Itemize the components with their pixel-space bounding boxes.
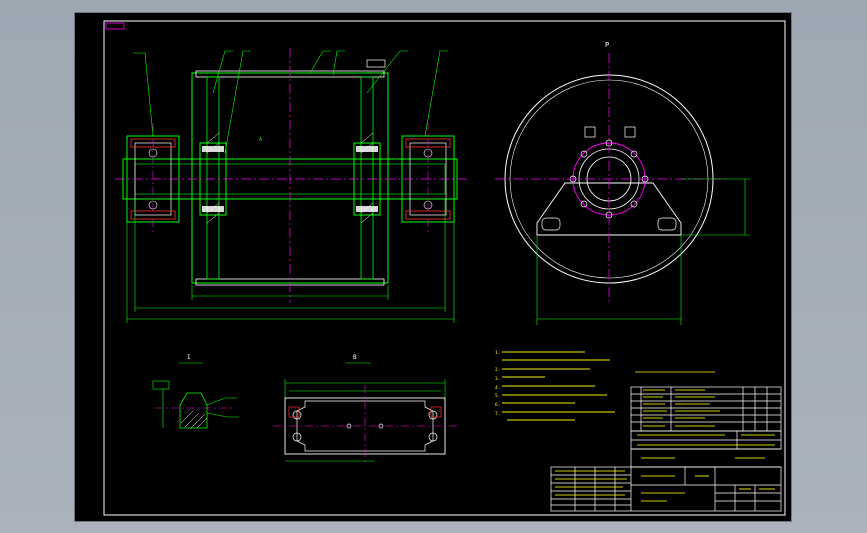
section-a-label: A bbox=[259, 137, 262, 143]
technical-requirements: 1. 2. 3. 4. 5. 6. 7. bbox=[495, 350, 715, 421]
tech-line: 3. bbox=[495, 376, 500, 382]
tech-line: 1. bbox=[495, 350, 500, 356]
detail-weld-profile bbox=[179, 392, 208, 429]
view-b-label: B bbox=[353, 354, 357, 361]
side-dimension-lines bbox=[536, 178, 750, 325]
parts-list-upper bbox=[630, 386, 782, 432]
tech-line: 4. bbox=[495, 385, 500, 391]
left-end-disc bbox=[206, 76, 220, 280]
pedestal-slot-left bbox=[541, 217, 561, 231]
pedestal-slot-right bbox=[657, 217, 677, 231]
drawing-canvas: P I B 1. 2. 3. 4. 5. 6. 7. A bbox=[103, 20, 786, 516]
drawing-sheet: P I B 1. 2. 3. 4. 5. 6. 7. A bbox=[75, 13, 791, 521]
title-block bbox=[550, 386, 782, 512]
grease-nipple-left bbox=[584, 126, 596, 138]
right-end-disc bbox=[360, 76, 374, 280]
tech-lines: 1. 2. 3. 4. 5. 6. 7. bbox=[495, 350, 500, 417]
view-b: B bbox=[273, 354, 459, 465]
detail-view-i: I bbox=[152, 354, 239, 429]
side-view: P bbox=[495, 41, 750, 325]
top-left-tag bbox=[105, 22, 125, 30]
tech-line: 7. bbox=[495, 411, 500, 417]
title-block-text-strokes bbox=[555, 389, 775, 502]
tech-line: 6. bbox=[495, 402, 500, 408]
cad-viewport: P I B 1. 2. 3. 4. 5. 6. 7. A bbox=[0, 0, 867, 533]
detail-dims bbox=[152, 380, 239, 428]
detail-i-label: I bbox=[187, 354, 191, 361]
view-p-label: P bbox=[605, 41, 609, 49]
part-leaders bbox=[133, 50, 448, 154]
tech-line: 5. bbox=[495, 393, 500, 399]
main-section-view bbox=[115, 48, 467, 323]
detail-hatching bbox=[180, 410, 208, 429]
balloon-box bbox=[366, 59, 386, 68]
tech-line: 2. bbox=[495, 367, 500, 373]
drawing-frame bbox=[103, 20, 786, 516]
tech-text-strokes bbox=[502, 351, 615, 421]
main-dimension-lines bbox=[126, 199, 455, 323]
grease-nipple-right bbox=[624, 126, 636, 138]
